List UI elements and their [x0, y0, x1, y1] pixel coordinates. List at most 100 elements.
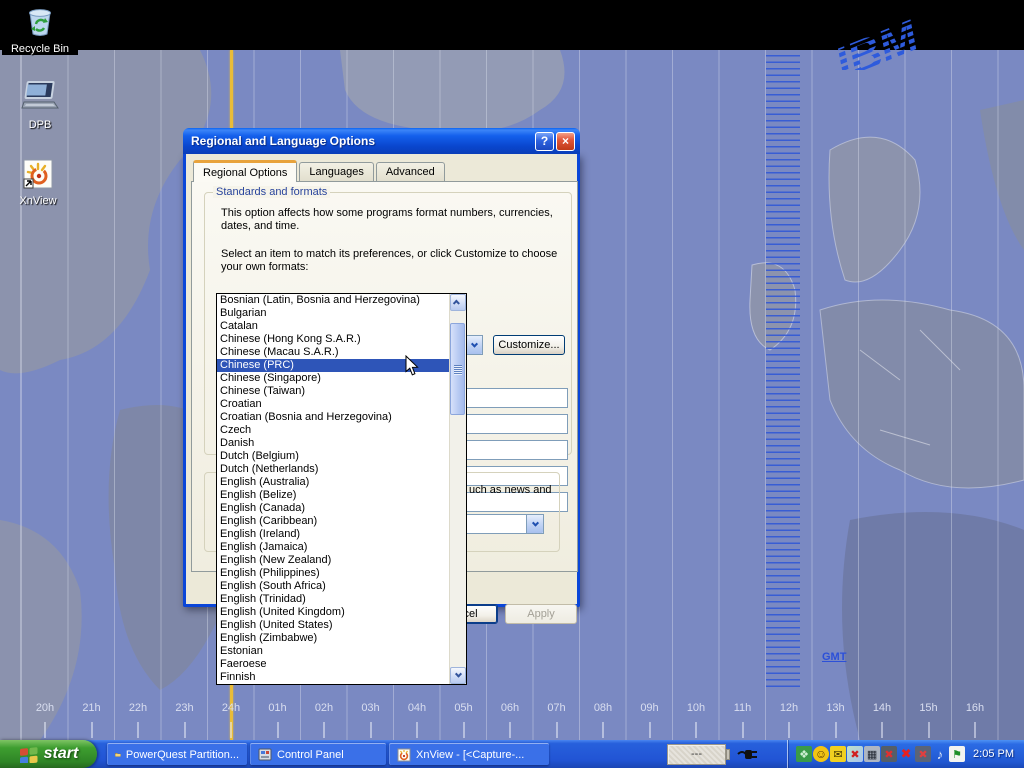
taskbar-window-buttons: PowerQuest Partition... Control Panel	[107, 743, 549, 765]
customize-button[interactable]: Customize...	[493, 335, 565, 355]
list-item[interactable]: Dutch (Belgium)	[217, 450, 449, 463]
hour-label: 13h	[821, 702, 851, 714]
list-item[interactable]: Croatian (Bosnia and Herzegovina)	[217, 411, 449, 424]
tab-languages[interactable]: Languages	[299, 162, 373, 181]
hour-label: 20h	[30, 702, 60, 714]
gmt-label: GMT	[822, 651, 846, 663]
task-error-icon[interactable]: ✖	[847, 746, 863, 762]
battery-meter[interactable]: ---	[667, 744, 726, 765]
scrollbar-thumb[interactable]	[450, 323, 465, 415]
combobox-dropdown-button[interactable]	[526, 515, 543, 533]
hour-label: 14h	[867, 702, 897, 714]
perf-monitor-error-icon[interactable]: ✖	[881, 746, 897, 762]
hour-label: 01h	[263, 702, 293, 714]
hour-label: 03h	[356, 702, 386, 714]
ibm-logo: IBM	[810, 0, 990, 70]
list-item[interactable]: English (Canada)	[217, 502, 449, 515]
list-item[interactable]: Bosnian (Latin, Bosnia and Herzegovina)	[217, 294, 449, 307]
hour-label: 06h	[495, 702, 525, 714]
list-item[interactable]: English (Ireland)	[217, 528, 449, 541]
locale-dropdown-list: Bosnian (Latin, Bosnia and Herzegovina) …	[216, 293, 467, 685]
tab-regional-options[interactable]: Regional Options	[193, 160, 297, 182]
taskbar-button-xnview[interactable]: XnView - [<Capture-...	[389, 743, 549, 765]
recycle-bin-glyph	[23, 4, 57, 38]
scrollbar-track[interactable]	[450, 311, 466, 667]
hour-label: 21h	[77, 702, 107, 714]
list-item[interactable]: English (Trinidad)	[217, 593, 449, 606]
antivirus-status-icon[interactable]: ☺	[813, 746, 829, 762]
list-item[interactable]: English (Caribbean)	[217, 515, 449, 528]
display-audio-error-icon[interactable]: ✖	[915, 746, 931, 762]
location-text-fragment: uch as news and	[469, 484, 569, 496]
list-item[interactable]: Catalan	[217, 320, 449, 333]
hour-label: 05h	[449, 702, 479, 714]
timezone-hour-labels: 20h 21h 22h 23h 24h 01h 02h 03h 04h 05h …	[30, 702, 990, 714]
standards-instruction: Select an item to match its preferences,…	[221, 248, 575, 274]
taskbar-clock[interactable]: 2:05 PM	[973, 748, 1014, 760]
xnview-icon	[397, 748, 411, 762]
scheduler-flag-icon[interactable]: ⚑	[949, 746, 965, 762]
locale-list-items: Bosnian (Latin, Bosnia and Herzegovina) …	[217, 294, 449, 684]
network-tray-icon[interactable]: ▦	[864, 746, 880, 762]
gmt-meridian-band	[766, 50, 800, 688]
list-item[interactable]: English (Australia)	[217, 476, 449, 489]
utility-cart-icon[interactable]: ❖	[796, 746, 812, 762]
apply-button[interactable]: Apply	[505, 604, 577, 624]
list-item[interactable]: Chinese (Hong Kong S.A.R.)	[217, 333, 449, 346]
list-item[interactable]: English (Jamaica)	[217, 541, 449, 554]
dpb-label: DPB	[2, 119, 78, 131]
dpb-shortcut-icon[interactable]: DPB	[2, 80, 78, 131]
list-item[interactable]: Faeroese	[217, 658, 449, 671]
hour-label: 12h	[774, 702, 804, 714]
list-item[interactable]: Estonian	[217, 645, 449, 658]
list-item[interactable]: English (South Africa)	[217, 580, 449, 593]
hour-label: 11h	[728, 702, 758, 714]
hour-label: 22h	[123, 702, 153, 714]
recycle-bin-label: Recycle Bin	[2, 43, 78, 55]
taskbar-button-label: XnView - [<Capture-...	[416, 749, 524, 761]
chevron-up-icon	[452, 300, 459, 307]
list-item[interactable]: English (Zimbabwe)	[217, 632, 449, 645]
list-item[interactable]: Danish	[217, 437, 449, 450]
list-item[interactable]: English (United States)	[217, 619, 449, 632]
list-scrollbar	[449, 294, 466, 684]
chevron-down-icon	[531, 519, 538, 526]
desktop-screen: GMT 20h 21h 22h 23h 24h 01h 02h 03h 04h …	[0, 0, 1024, 768]
folder-icon	[115, 748, 121, 761]
list-item[interactable]: English (Philippines)	[217, 567, 449, 580]
scroll-down-button[interactable]	[450, 667, 466, 684]
list-item[interactable]: Dutch (Netherlands)	[217, 463, 449, 476]
list-item[interactable]: Finnish	[217, 671, 449, 684]
tray-icon-area: ❖ ☺ ✉ ✖ ▦ ✖ ✖ ✖ ♪ ⚑	[796, 746, 965, 762]
list-item[interactable]: Croatian	[217, 398, 449, 411]
list-item[interactable]: Bulgarian	[217, 307, 449, 320]
close-button[interactable]: ×	[556, 132, 575, 151]
tab-advanced[interactable]: Advanced	[376, 162, 445, 181]
group-title: Standards and formats	[213, 186, 330, 198]
list-item[interactable]: Chinese (Taiwan)	[217, 385, 449, 398]
scroll-up-button[interactable]	[450, 294, 466, 311]
taskbar-button-control-panel[interactable]: Control Panel	[250, 743, 386, 765]
start-button[interactable]: start	[0, 740, 97, 768]
recycle-bin-icon[interactable]: Recycle Bin	[2, 4, 78, 55]
hour-label: 04h	[402, 702, 432, 714]
xnview-shortcut-icon[interactable]: XnView	[0, 158, 76, 207]
system-tray: ❖ ☺ ✉ ✖ ▦ ✖ ✖ ✖ ♪ ⚑ 2:05 PM	[787, 740, 1024, 768]
volume-icon[interactable]: ♪	[932, 746, 948, 762]
hour-label: 24h	[216, 702, 246, 714]
list-item[interactable]: English (New Zealand)	[217, 554, 449, 567]
list-item[interactable]: English (Belize)	[217, 489, 449, 502]
taskbar-button-label: Control Panel	[277, 749, 344, 761]
svg-text:IBM: IBM	[828, 9, 927, 70]
dialog-titlebar[interactable]: Regional and Language Options ? ×	[183, 128, 580, 154]
mail-alert-icon[interactable]: ✉	[830, 746, 846, 762]
laptop-glyph	[20, 80, 60, 114]
taskbar-button-powerquest[interactable]: PowerQuest Partition...	[107, 743, 247, 765]
list-item[interactable]: Czech	[217, 424, 449, 437]
combobox-dropdown-button[interactable]	[465, 336, 482, 354]
hour-label: 15h	[914, 702, 944, 714]
connection-error-icon[interactable]: ✖	[898, 746, 914, 762]
battery-meter-nub	[726, 749, 730, 760]
help-button[interactable]: ?	[535, 132, 554, 151]
list-item[interactable]: English (United Kingdom)	[217, 606, 449, 619]
